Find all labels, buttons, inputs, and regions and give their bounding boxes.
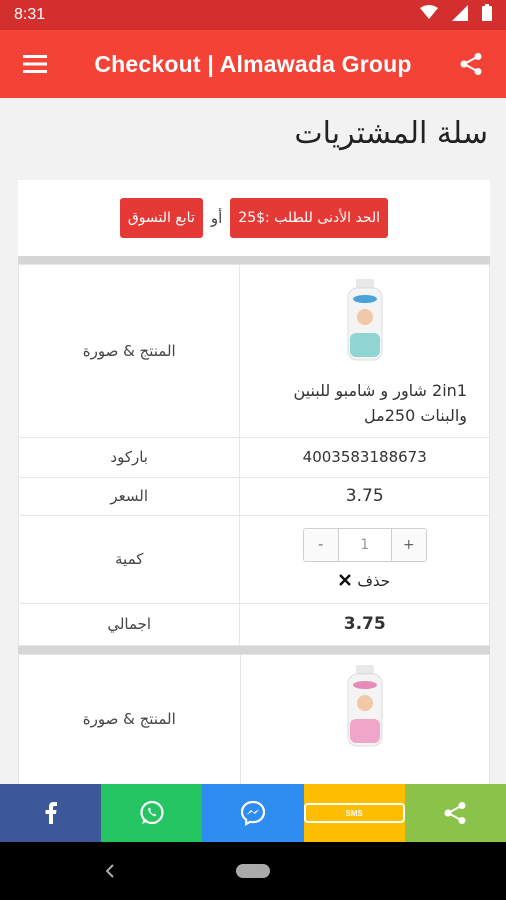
status-bar: 8:31 <box>0 0 506 30</box>
quantity-input[interactable]: 1 <box>337 529 392 562</box>
wifi-icon <box>420 5 438 25</box>
total-label: اجمالي <box>17 602 241 646</box>
table-row: 4003583188673 باركود <box>17 436 490 478</box>
share-bar: SMS <box>0 784 506 842</box>
or-label: أو <box>210 209 223 227</box>
barcode-value: 4003583188673 <box>239 436 490 478</box>
product-image-label: المنتج & صورة <box>17 264 241 438</box>
back-icon <box>106 864 114 878</box>
min-order-button[interactable]: الحد الأدنى للطلب :$25 <box>230 198 389 238</box>
page-title: سلة المشتريات <box>294 116 488 151</box>
table-row: - 1 + حذف كمية <box>17 514 490 604</box>
messenger-icon <box>240 800 266 826</box>
min-order-row: تابع التسوق أو الحد الأدنى للطلب :$25 <box>18 180 490 256</box>
cart-card: تابع التسوق أو الحد الأدنى للطلب :$25 2i… <box>17 180 491 784</box>
total-value: 3.75 <box>239 602 490 646</box>
product-cell <box>239 653 491 784</box>
delete-label: حذف <box>357 572 391 591</box>
signal-icon <box>452 4 468 26</box>
facebook-icon <box>45 802 57 824</box>
system-nav-bar <box>0 842 506 900</box>
increment-button[interactable]: + <box>391 529 426 562</box>
product-cell: 2in1 شاور و شامبو للبنين والبنات 250مل <box>239 264 490 438</box>
table-row: المنتج & صورة <box>18 653 491 784</box>
quantity-label: كمية <box>17 514 241 604</box>
share-icon <box>460 53 482 75</box>
hamburger-icon <box>23 55 47 73</box>
status-time: 8:31 <box>14 6 46 23</box>
quantity-cell: - 1 + حذف <box>239 514 490 604</box>
product-name[interactable]: 2in1 شاور و شامبو للبنين والبنات 250مل <box>248 379 481 429</box>
back-button[interactable] <box>100 860 120 882</box>
more-share-button[interactable] <box>404 784 506 842</box>
product-image-label: المنتج & صورة <box>18 653 241 784</box>
messenger-share-button[interactable] <box>202 784 304 842</box>
price-value: 3.75 <box>239 476 490 516</box>
whatsapp-icon <box>140 800 164 825</box>
table-row: 3.75 السعر <box>17 476 490 516</box>
item-separator <box>18 645 490 654</box>
home-pill[interactable] <box>236 864 270 878</box>
content-area[interactable]: سلة المشتريات تابع التسوق أو الحد الأدنى… <box>0 98 506 784</box>
continue-shopping-button[interactable]: تابع التسوق <box>119 198 203 238</box>
price-label: السعر <box>17 476 241 516</box>
sms-icon: SMS <box>303 803 405 823</box>
share-icon <box>444 802 466 824</box>
close-icon <box>339 572 352 590</box>
share-button[interactable] <box>436 30 506 98</box>
table-row: 2in1 شاور و شامبو للبنين والبنات 250مل ا… <box>17 264 490 438</box>
delete-button[interactable]: حذف <box>240 572 489 590</box>
decrement-button[interactable]: - <box>303 529 338 562</box>
item-separator <box>18 256 490 264</box>
app-bar: Checkout | Almawada Group <box>0 30 506 98</box>
quantity-stepper: - 1 + <box>302 528 427 563</box>
facebook-share-button[interactable] <box>0 784 102 842</box>
sms-share-button[interactable]: SMS <box>303 784 405 842</box>
cart-item-table: المنتج & صورة <box>18 653 491 784</box>
whatsapp-share-button[interactable] <box>101 784 203 842</box>
battery-icon <box>482 4 492 26</box>
product-image[interactable] <box>344 279 386 361</box>
product-image[interactable] <box>344 664 386 747</box>
cart-item-table: 2in1 شاور و شامبو للبنين والبنات 250مل ا… <box>17 264 490 646</box>
barcode-label: باركود <box>17 436 241 478</box>
table-row: 3.75 اجمالي <box>17 602 490 646</box>
menu-button[interactable] <box>0 30 70 98</box>
app-title: Checkout | Almawada Group <box>94 50 412 77</box>
